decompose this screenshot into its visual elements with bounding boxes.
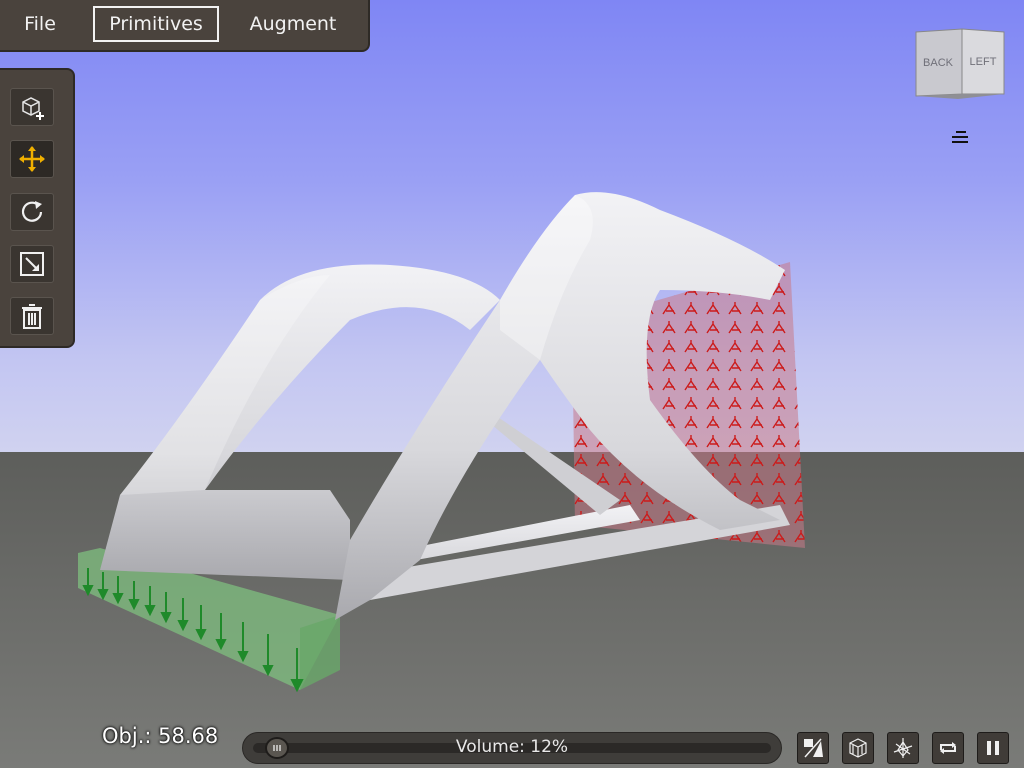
half-fill-icon <box>804 738 823 758</box>
perspective-button[interactable] <box>887 732 919 764</box>
3d-viewport[interactable] <box>0 0 1024 768</box>
cube-plus-icon <box>22 97 44 120</box>
perspective-icon <box>893 738 913 758</box>
move-tool-button[interactable] <box>10 140 54 178</box>
view-cube[interactable]: BACK LEFT <box>914 28 1006 100</box>
wireframe-cube-button[interactable] <box>842 732 874 764</box>
hamburger-menu-icon[interactable] <box>950 128 970 146</box>
pause-icon <box>987 741 999 755</box>
loop-icon <box>940 742 956 754</box>
rotate-icon <box>21 201 43 222</box>
rotate-tool-button[interactable] <box>10 193 54 231</box>
add-primitive-button[interactable] <box>10 88 54 126</box>
view-cube-left-label: LEFT <box>970 56 997 68</box>
tool-panel <box>0 68 75 348</box>
delete-tool-button[interactable] <box>10 297 54 335</box>
solid-view-button[interactable] <box>797 732 829 764</box>
menu-augment[interactable]: Augment <box>236 6 350 42</box>
view-cube-back-label: BACK <box>923 57 954 69</box>
trash-icon <box>22 304 42 329</box>
volume-slider[interactable]: Volume: 12% <box>242 732 782 764</box>
menu-bar: File Primitives Augment <box>0 0 370 52</box>
menu-primitives[interactable]: Primitives <box>93 6 219 42</box>
wireframe-cube-icon <box>849 738 867 758</box>
menu-file[interactable]: File <box>10 6 70 42</box>
loop-button[interactable] <box>932 732 964 764</box>
scale-tool-button[interactable] <box>10 245 54 283</box>
volume-label: Volume: 12% <box>455 737 569 757</box>
pause-button[interactable] <box>977 732 1009 764</box>
move-arrows-icon <box>19 146 45 172</box>
scale-icon <box>20 252 44 276</box>
objective-value: Obj.: 58.68 <box>102 724 219 748</box>
